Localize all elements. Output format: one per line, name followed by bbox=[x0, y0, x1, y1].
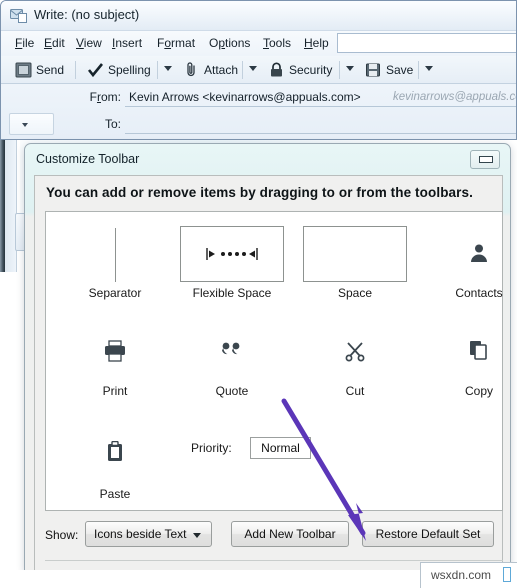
send-icon bbox=[15, 62, 32, 78]
toolbar-item-space[interactable]: Space bbox=[300, 224, 410, 300]
toolbar-separator bbox=[339, 61, 340, 79]
toolbar-separator bbox=[242, 61, 243, 79]
show-mode-value: Icons beside Text bbox=[94, 527, 187, 541]
to-underline bbox=[125, 133, 516, 134]
toolbar-item-label: Contacts bbox=[455, 286, 503, 300]
dialog-minimize-button[interactable] bbox=[470, 150, 500, 169]
menu-item-tools[interactable]: Tools bbox=[260, 35, 294, 51]
toolbar-item-separator[interactable]: Separator bbox=[60, 224, 170, 300]
toolbar-button-attach[interactable]: Attach bbox=[183, 59, 247, 81]
quote-icon bbox=[177, 322, 287, 382]
dialog-footer-divider bbox=[45, 560, 503, 561]
priority-value[interactable]: Normal bbox=[250, 437, 311, 459]
to-row: To: bbox=[1, 111, 516, 138]
menu-item-options[interactable]: Options bbox=[206, 35, 253, 51]
toolbar-save-dropdown-icon[interactable] bbox=[425, 66, 433, 71]
toolbar-item-label: Copy bbox=[464, 384, 493, 398]
menu-item-file[interactable]: File bbox=[12, 35, 37, 51]
flexible-space-icon bbox=[177, 224, 287, 284]
toolbar-button-security[interactable]: Security bbox=[268, 59, 344, 81]
contacts-icon bbox=[424, 224, 510, 284]
menu-item-view[interactable]: View bbox=[73, 35, 105, 51]
toolbar-item-label: Print bbox=[102, 384, 128, 398]
toolbar-items-pane[interactable]: Separator Flexible Space Space Contacts … bbox=[45, 211, 503, 511]
toolbar-item-label: Separator bbox=[88, 286, 142, 300]
add-new-toolbar-button[interactable]: Add New Toolbar bbox=[231, 521, 349, 547]
scissors-icon bbox=[300, 322, 410, 382]
customize-toolbar-dialog: Customize Toolbar You can add or remove … bbox=[24, 143, 511, 571]
site-watermark: wsxdn.com bbox=[420, 562, 517, 588]
space-icon bbox=[300, 224, 410, 284]
toolbar-button-send-label: Send bbox=[36, 63, 65, 77]
screenshot-root: appuals Expert Tech Assistance! Write: (… bbox=[0, 0, 517, 588]
menu-item-help[interactable]: Help bbox=[301, 35, 332, 51]
from-label: From: bbox=[89, 90, 121, 104]
dialog-title: Customize Toolbar bbox=[36, 152, 140, 166]
dialog-heading: You can add or remove items by dragging … bbox=[46, 185, 473, 200]
title-bar: Write: (no subject) bbox=[1, 1, 516, 31]
menu-search-field[interactable] bbox=[337, 33, 516, 53]
clipboard-icon bbox=[60, 425, 170, 485]
separator-icon bbox=[60, 224, 170, 284]
toolbar-item-label: Space bbox=[337, 286, 373, 300]
toolbar-item-flexible-space[interactable]: Flexible Space bbox=[177, 224, 287, 300]
menu-item-format[interactable]: Format bbox=[154, 35, 198, 51]
toolbar-item-quote[interactable]: Quote bbox=[177, 322, 287, 398]
show-label: Show: bbox=[45, 528, 79, 542]
chevron-down-icon bbox=[22, 123, 28, 127]
from-ghost-address: kevinarrows@appuals.com bbox=[393, 91, 516, 103]
toolbar-separator bbox=[157, 61, 158, 79]
envelope-icon bbox=[10, 8, 27, 23]
toolbar-item-label: Quote bbox=[215, 384, 249, 398]
floppy-icon bbox=[365, 62, 382, 78]
from-row: From: Kevin Arrows <kevinarrows@appuals.… bbox=[1, 84, 516, 111]
toolbar-separator bbox=[75, 61, 76, 79]
menu-item-edit[interactable]: Edit bbox=[41, 35, 68, 51]
menu-item-insert[interactable]: Insert bbox=[109, 35, 145, 51]
toolbar-item-label: Cut bbox=[345, 384, 365, 398]
from-value[interactable]: Kevin Arrows <kevinarrows@appuals.com> bbox=[129, 90, 361, 104]
show-mode-dropdown[interactable]: Icons beside Text bbox=[85, 521, 212, 547]
toolbar-item-label: Paste bbox=[99, 487, 131, 501]
toolbar-item-print[interactable]: Print bbox=[60, 322, 170, 398]
minimize-icon bbox=[479, 156, 493, 163]
window-title: Write: (no subject) bbox=[34, 7, 140, 22]
toolbar-separator bbox=[418, 61, 419, 79]
toolbar-button-save[interactable]: Save bbox=[365, 59, 425, 81]
compose-window: Write: (no subject) File Edit View Inser… bbox=[0, 0, 517, 140]
site-watermark-text: wsxdn.com bbox=[431, 568, 492, 582]
toolbar-button-attach-label: Attach bbox=[204, 63, 239, 77]
chevron-down-icon bbox=[193, 533, 201, 538]
toolbar-button-send[interactable]: Send bbox=[15, 59, 81, 81]
to-recipient-type-dropdown[interactable] bbox=[9, 113, 54, 135]
to-label: To: bbox=[104, 117, 121, 131]
priority-control[interactable]: Priority: Normal bbox=[191, 437, 341, 461]
toolbar-item-contacts[interactable]: Contacts bbox=[424, 224, 510, 300]
restore-default-set-button[interactable]: Restore Default Set bbox=[362, 521, 494, 547]
text-cursor-icon bbox=[503, 567, 511, 582]
toolbar-button-spelling-label: Spelling bbox=[108, 63, 151, 77]
toolbar-button-security-label: Security bbox=[289, 63, 333, 77]
toolbar-item-label: Flexible Space bbox=[192, 286, 272, 300]
lock-icon bbox=[268, 62, 285, 78]
dialog-footer: Show: Icons beside Text Add New Toolbar … bbox=[45, 521, 503, 551]
from-underline bbox=[125, 106, 516, 107]
toolbar-security-dropdown-icon[interactable] bbox=[346, 66, 354, 71]
toolbar-item-cut[interactable]: Cut bbox=[300, 322, 410, 398]
toolbar-spelling-dropdown-icon[interactable] bbox=[164, 66, 172, 71]
toolbar-attach-dropdown-icon[interactable] bbox=[249, 66, 257, 71]
check-icon bbox=[87, 62, 104, 78]
toolbar-button-save-label: Save bbox=[386, 63, 414, 77]
toolbar-item-paste[interactable]: Paste bbox=[60, 425, 170, 501]
main-toolbar: Send Spelling Attach Security Save bbox=[1, 56, 516, 84]
paperclip-icon bbox=[183, 62, 200, 78]
menu-bar: File Edit View Insert Format Options Too… bbox=[1, 31, 516, 56]
toolbar-button-spelling[interactable]: Spelling bbox=[87, 59, 161, 81]
message-headers: From: Kevin Arrows <kevinarrows@appuals.… bbox=[1, 84, 516, 139]
copy-icon bbox=[424, 322, 510, 382]
toolbar-item-copy[interactable]: Copy bbox=[424, 322, 510, 398]
priority-label: Priority: bbox=[191, 441, 232, 455]
printer-icon bbox=[60, 322, 170, 382]
dialog-body: You can add or remove items by dragging … bbox=[34, 175, 503, 570]
